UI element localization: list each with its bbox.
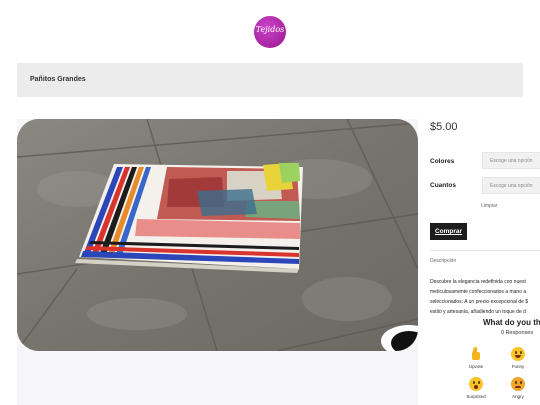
product-description: Descubre la elegancia redefinida con nue…: [430, 277, 540, 317]
surprised-face-icon: [469, 377, 483, 391]
reaction-label: Funny: [511, 364, 525, 369]
reaction-funny[interactable]: Funny: [503, 347, 533, 369]
description-line: meticulosamente confeccionados a mano a: [430, 289, 527, 295]
page-title: Pañitos Grandes: [30, 76, 86, 83]
laughing-face-icon: [511, 347, 525, 361]
description-line: Descubre la elegancia redefinida con nue…: [430, 279, 526, 285]
product-photo-illustration: [17, 119, 418, 351]
breadcrumb: Pañitos Grandes: [17, 63, 523, 97]
reaction-label: Upvote: [468, 364, 484, 369]
description-line: seleccionados. A un precio excepcional d…: [430, 299, 529, 305]
reactions-title: What do you th: [483, 318, 540, 327]
site-logo[interactable]: Tejidos ·····: [254, 16, 286, 48]
colors-label: Colores: [430, 158, 455, 165]
quantity-label: Cuantos: [430, 182, 456, 189]
logo-text: Tejidos: [255, 25, 285, 34]
reaction-label: Angry: [512, 394, 524, 399]
product-image[interactable]: [17, 119, 418, 351]
thumbs-up-icon: [469, 347, 483, 361]
reaction-upvote[interactable]: Upvote: [461, 347, 491, 369]
reaction-label: Surprised: [466, 394, 486, 399]
description-line: estilo y artesanía, añadiendo un toque d…: [430, 309, 526, 315]
clear-options-link[interactable]: Limpiar: [481, 203, 497, 209]
logo-tagline-mark: ·····: [267, 34, 273, 38]
angry-face-icon: [511, 377, 525, 391]
tab-description[interactable]: Descripción: [430, 258, 456, 264]
product-price: $5.00: [430, 121, 458, 133]
colors-select[interactable]: Escoge una opción: [482, 152, 540, 169]
buy-button[interactable]: Comprar: [430, 223, 467, 240]
reactions-count: 0 Responses: [501, 330, 534, 336]
divider: [430, 250, 540, 251]
reaction-angry[interactable]: Angry: [503, 377, 533, 399]
reaction-surprised[interactable]: Surprised: [461, 377, 491, 399]
quantity-select[interactable]: Escoge una opción: [482, 177, 540, 194]
